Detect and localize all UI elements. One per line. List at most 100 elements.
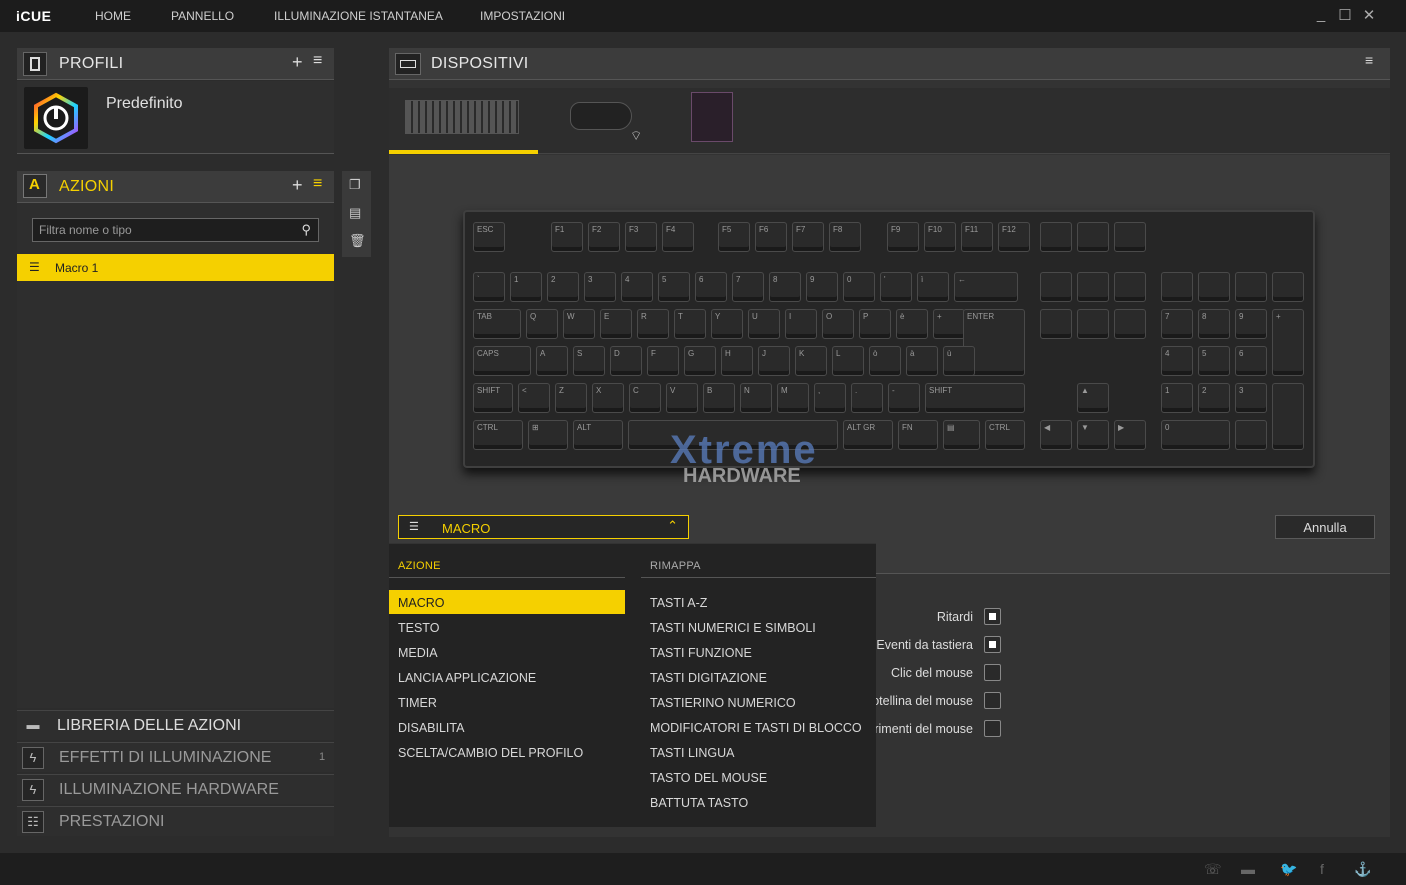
- action-type-select[interactable]: ☰ MACRO ⌃: [398, 515, 689, 539]
- key[interactable]: P: [859, 309, 891, 339]
- dropdown-item-rimappa[interactable]: TASTI DIGITAZIONE: [650, 671, 767, 685]
- key[interactable]: 6: [1235, 346, 1267, 376]
- key[interactable]: [1114, 222, 1146, 252]
- key[interactable]: FN: [898, 420, 938, 450]
- key[interactable]: 2: [547, 272, 579, 302]
- key[interactable]: H: [721, 346, 753, 376]
- key[interactable]: F2: [588, 222, 620, 252]
- profiles-menu-icon[interactable]: ≡: [313, 52, 322, 70]
- dropdown-item-rimappa[interactable]: TASTIERINO NUMERICO: [650, 696, 796, 710]
- nav-home[interactable]: HOME: [95, 9, 131, 23]
- actions-menu-icon[interactable]: ≡: [313, 175, 322, 193]
- key[interactable]: ESC: [473, 222, 505, 252]
- lighting-effects-row[interactable]: ϟ EFFETTI DI ILLUMINAZIONE 1: [17, 742, 334, 772]
- key[interactable]: ': [880, 272, 912, 302]
- key[interactable]: T: [674, 309, 706, 339]
- key[interactable]: ←: [954, 272, 1018, 302]
- key[interactable]: 1: [1161, 383, 1193, 413]
- key[interactable]: [1077, 222, 1109, 252]
- key[interactable]: 1: [510, 272, 542, 302]
- device-keyboard[interactable]: [403, 88, 521, 154]
- dropdown-item-rimappa[interactable]: BATTUTA TASTO: [650, 796, 748, 810]
- key[interactable]: 7: [1161, 309, 1193, 339]
- device-motherboard[interactable]: [691, 88, 735, 154]
- key[interactable]: [1198, 272, 1230, 302]
- key[interactable]: 9: [1235, 309, 1267, 339]
- key[interactable]: M: [777, 383, 809, 413]
- filter-input[interactable]: Filtra nome o tipo ⚲: [32, 218, 319, 242]
- dropdown-item-rimappa[interactable]: TASTI NUMERICI E SIMBOLI: [650, 621, 816, 635]
- key[interactable]: 0: [843, 272, 875, 302]
- key[interactable]: 4: [621, 272, 653, 302]
- option-checkbox[interactable]: [984, 720, 1001, 737]
- key[interactable]: F1: [551, 222, 583, 252]
- key[interactable]: 8: [1198, 309, 1230, 339]
- dropdown-item-azione[interactable]: SCELTA/CAMBIO DEL PROFILO: [398, 746, 583, 760]
- key[interactable]: è: [896, 309, 928, 339]
- key[interactable]: [1040, 222, 1072, 252]
- key[interactable]: ▶: [1114, 420, 1146, 450]
- key[interactable]: [1161, 272, 1193, 302]
- key[interactable]: L: [832, 346, 864, 376]
- trash-icon[interactable]: 🗑: [349, 233, 366, 249]
- key[interactable]: ù: [943, 346, 975, 376]
- key[interactable]: [1272, 272, 1304, 302]
- key[interactable]: ALT: [573, 420, 623, 450]
- key[interactable]: F4: [662, 222, 694, 252]
- key[interactable]: R: [637, 309, 669, 339]
- key[interactable]: +: [933, 309, 965, 339]
- key[interactable]: 8: [769, 272, 801, 302]
- key[interactable]: CTRL: [473, 420, 523, 450]
- key[interactable]: [1114, 272, 1146, 302]
- support-icon[interactable]: ☏: [1204, 861, 1222, 878]
- key[interactable]: F5: [718, 222, 750, 252]
- key[interactable]: W: [563, 309, 595, 339]
- key[interactable]: 9: [806, 272, 838, 302]
- key[interactable]: 7: [732, 272, 764, 302]
- key[interactable]: ▼: [1077, 420, 1109, 450]
- key[interactable]: 0: [1161, 420, 1230, 450]
- key[interactable]: 4: [1161, 346, 1193, 376]
- key[interactable]: C: [629, 383, 661, 413]
- dropdown-item-rimappa[interactable]: TASTI FUNZIONE: [650, 646, 752, 660]
- import-icon[interactable]: ▤: [349, 205, 361, 221]
- key[interactable]: E: [600, 309, 632, 339]
- key[interactable]: A: [536, 346, 568, 376]
- maximize-icon[interactable]: ☐: [1336, 6, 1354, 24]
- key[interactable]: à: [906, 346, 938, 376]
- option-checkbox[interactable]: [984, 608, 1001, 625]
- key[interactable]: ◀: [1040, 420, 1072, 450]
- key[interactable]: F11: [961, 222, 993, 252]
- key[interactable]: B: [703, 383, 735, 413]
- key[interactable]: F3: [625, 222, 657, 252]
- dropdown-item-macro[interactable]: MACRO: [389, 590, 625, 614]
- key[interactable]: 3: [1235, 383, 1267, 413]
- add-profile-icon[interactable]: +: [292, 52, 303, 73]
- key[interactable]: [1272, 383, 1304, 450]
- key[interactable]: G: [684, 346, 716, 376]
- key[interactable]: SHIFT: [473, 383, 513, 413]
- key[interactable]: `: [473, 272, 505, 302]
- corsair-icon[interactable]: ⚓: [1354, 861, 1371, 878]
- list-item-macro-1[interactable]: ☰ Macro 1: [17, 254, 334, 281]
- key[interactable]: ▲: [1077, 383, 1109, 413]
- key[interactable]: [1235, 272, 1267, 302]
- key[interactable]: [1040, 309, 1072, 339]
- key[interactable]: CTRL: [985, 420, 1025, 450]
- key[interactable]: 6: [695, 272, 727, 302]
- add-action-icon[interactable]: +: [292, 175, 303, 196]
- key[interactable]: F9: [887, 222, 919, 252]
- close-icon[interactable]: ✕: [1360, 6, 1378, 24]
- dropdown-item-azione[interactable]: TIMER: [398, 696, 437, 710]
- key[interactable]: CAPS: [473, 346, 531, 376]
- key[interactable]: J: [758, 346, 790, 376]
- key[interactable]: S: [573, 346, 605, 376]
- dropdown-item-rimappa[interactable]: MODIFICATORI E TASTI DI BLOCCO: [650, 721, 862, 735]
- cancel-button[interactable]: Annulla: [1275, 515, 1375, 539]
- library-actions-row[interactable]: ▬ LIBRERIA DELLE AZIONI: [17, 710, 334, 740]
- key[interactable]: O: [822, 309, 854, 339]
- twitter-icon[interactable]: 🐦: [1280, 861, 1297, 878]
- copy-icon[interactable]: ❐: [349, 177, 361, 193]
- chat-icon[interactable]: ▬: [1241, 861, 1255, 877]
- devices-menu-icon[interactable]: ≡: [1365, 52, 1373, 68]
